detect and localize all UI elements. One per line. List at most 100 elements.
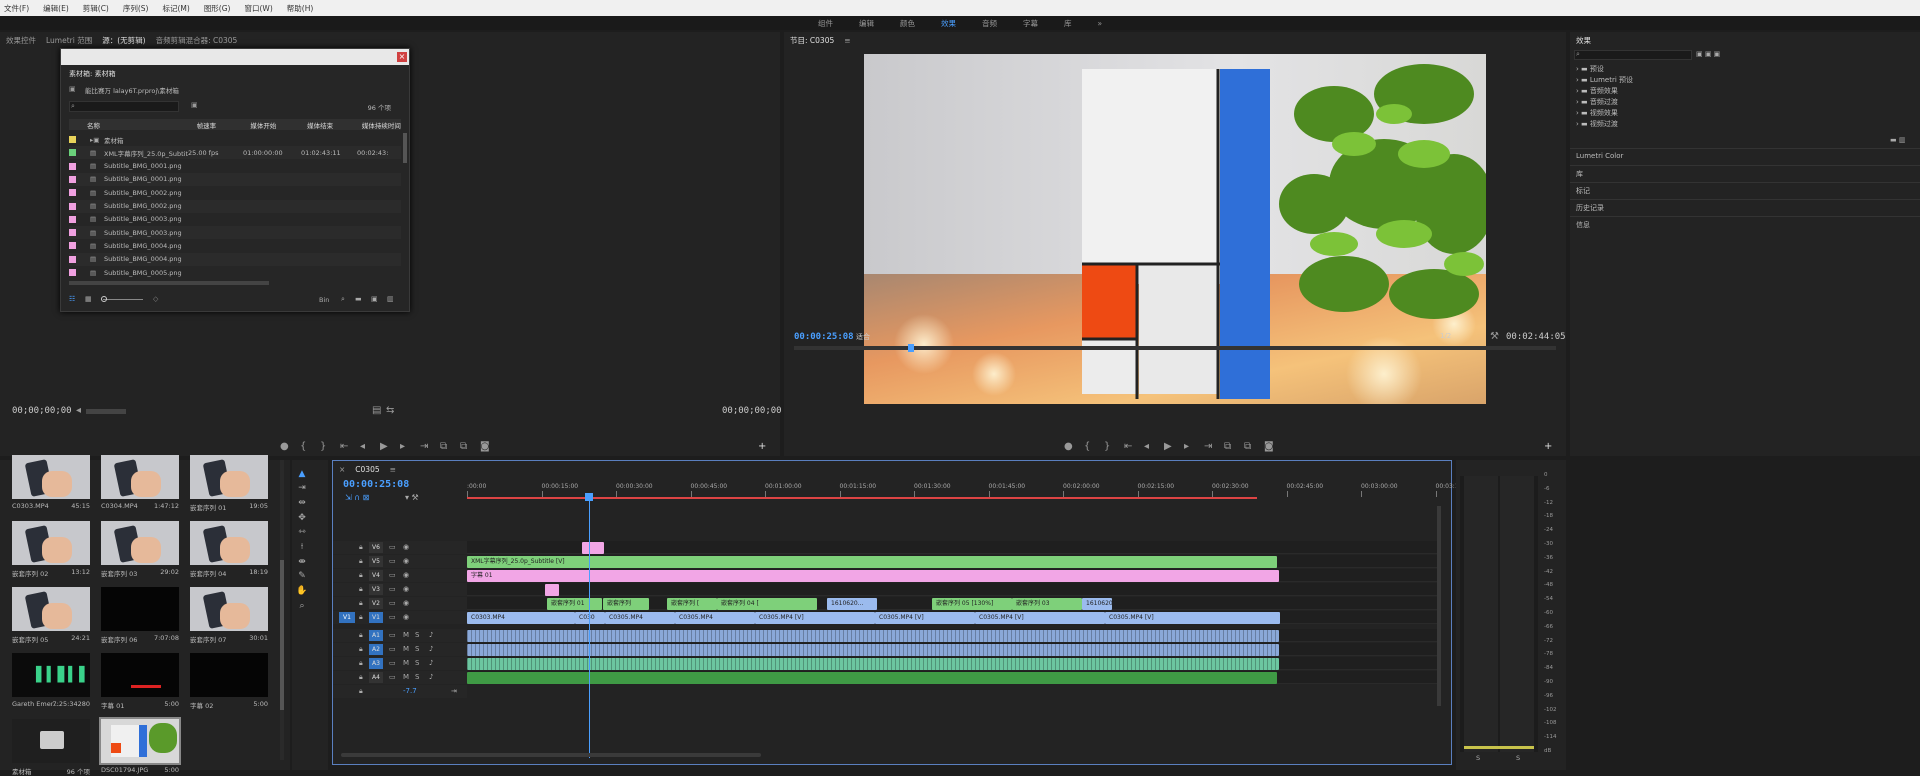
find-icon[interactable]: ⌕ xyxy=(341,295,345,304)
eye-icon[interactable]: ◉ xyxy=(403,557,409,565)
source-tab[interactable]: 效果控件 xyxy=(6,35,36,46)
marker-icon[interactable]: ● xyxy=(280,442,289,452)
timeline-clip[interactable]: 嵌套序列 01 xyxy=(547,598,602,610)
rolling-edit-tool-icon[interactable]: ✥ xyxy=(296,512,308,524)
track-label[interactable]: V2 xyxy=(369,598,383,609)
effects-search-input[interactable] xyxy=(1574,50,1692,60)
source-tab[interactable]: 音频剪辑混合器: C0305 xyxy=(156,35,238,46)
step-back-icon[interactable]: ◂ xyxy=(360,442,365,452)
bin-row[interactable]: ▤ Subtitle_BMG_0002.png xyxy=(69,199,401,213)
microphone-icon[interactable]: ♪ xyxy=(429,645,433,653)
timeline-clip[interactable] xyxy=(582,542,604,554)
add-button-icon[interactable]: + xyxy=(758,442,766,452)
solo-left[interactable]: S xyxy=(1476,754,1480,762)
mute-button[interactable]: M xyxy=(403,645,409,653)
menu-item[interactable]: 标记(M) xyxy=(162,3,189,14)
track-label[interactable]: V5 xyxy=(369,556,383,567)
source-tab[interactable]: 源：(无剪辑) xyxy=(102,35,145,46)
lock-icon[interactable]: 🔒︎ xyxy=(359,599,363,608)
playhead-icon[interactable]: ◂ xyxy=(76,406,81,416)
workspace-tab[interactable]: 颜色 xyxy=(900,18,915,29)
collapsed-panel-title[interactable]: 历史记录 xyxy=(1576,203,1604,213)
lock-icon[interactable]: 🔒︎ xyxy=(359,571,363,580)
solo-button[interactable]: S xyxy=(415,659,419,667)
collapsed-panel-title[interactable]: 信息 xyxy=(1576,220,1590,230)
play-icon[interactable]: ▶ xyxy=(380,442,388,452)
extract-icon[interactable]: ⧉ xyxy=(1244,442,1251,452)
bin-scrollbar[interactable] xyxy=(403,133,407,163)
wrench-icon[interactable]: ⚒ xyxy=(1490,332,1499,342)
track-label[interactable]: V4 xyxy=(369,570,383,581)
workspace-tab[interactable]: 字幕 xyxy=(1023,18,1038,29)
label-color-swatch[interactable] xyxy=(69,136,76,143)
close-icon[interactable]: × xyxy=(339,465,345,474)
timeline-tab[interactable]: C0305 xyxy=(355,465,379,474)
lock-icon[interactable]: 🔒︎ xyxy=(359,543,363,552)
settings-icon[interactable]: ▤ xyxy=(372,406,381,416)
col-start[interactable]: 媒体开始 xyxy=(250,120,307,130)
col-fps[interactable]: 帧速率 xyxy=(197,120,251,130)
collapsed-panel-title[interactable]: Lumetri Color xyxy=(1576,152,1623,160)
pen-tool-icon[interactable]: ✎ xyxy=(296,570,308,582)
effects-folder[interactable]: › ▬ 视频效果 xyxy=(1576,108,1618,118)
insert-icon[interactable]: ⧉ xyxy=(440,442,447,452)
timeline-clip[interactable]: C0305.MP4 xyxy=(605,612,675,624)
step-forward-icon[interactable]: ▸ xyxy=(400,442,405,452)
source-tab[interactable]: Lumetri 范围 xyxy=(46,35,92,46)
list-view-icon[interactable]: ☷ xyxy=(69,295,75,303)
zoom-slider-handle[interactable] xyxy=(101,296,107,302)
rate-stretch-tool-icon[interactable]: ⇿ xyxy=(296,526,308,538)
label-color-swatch[interactable] xyxy=(69,162,76,170)
timeline-clip[interactable]: 嵌套序列 [ xyxy=(667,598,717,610)
col-name[interactable]: 名称 xyxy=(69,120,197,130)
menu-item[interactable]: 窗口(W) xyxy=(244,3,272,14)
project-item-thumbnail[interactable] xyxy=(190,653,268,697)
bin-row[interactable]: ▤ Subtitle_BMG_0002.png xyxy=(69,186,401,199)
timeline-timecode[interactable]: 00:00:25:08 xyxy=(343,479,409,490)
sync-lock-icon[interactable]: ▭ xyxy=(389,571,396,579)
project-item-thumbnail[interactable] xyxy=(101,653,179,697)
track-label[interactable]: V3 xyxy=(369,584,383,595)
timeline-clip[interactable]: 嵌套序列 04 [ xyxy=(717,598,817,610)
timeline-clip[interactable]: C0305.MP4 [V] xyxy=(975,612,1105,624)
hand-tool-icon[interactable]: ✋ xyxy=(296,585,308,597)
project-item-thumbnail[interactable] xyxy=(101,455,179,499)
effects-tab[interactable]: 效果 xyxy=(1576,35,1591,46)
play-icon[interactable]: ▶ xyxy=(1164,442,1172,452)
ripple-edit-tool-icon[interactable]: ⇹ xyxy=(296,497,308,509)
sync-lock-icon[interactable]: ▭ xyxy=(389,557,396,565)
workspace-tab[interactable]: 库 xyxy=(1064,18,1072,29)
bin-search-input[interactable] xyxy=(69,101,179,112)
go-to-in-icon[interactable]: ⇤ xyxy=(1124,442,1132,452)
timeline-clip[interactable]: C0305.MP4 [V] xyxy=(755,612,875,624)
timeline-clip[interactable]: 嵌套序列 05 [130%] xyxy=(932,598,1012,610)
bin-row[interactable]: ▤ XML字幕序列_25.0p_Subtit 25.00 fps 01:00:00:0… xyxy=(69,146,401,160)
bin-row[interactable]: ▸▣ 素材箱 xyxy=(69,133,401,146)
sync-lock-icon[interactable]: ▭ xyxy=(389,599,396,607)
menu-item[interactable]: 剪辑(C) xyxy=(83,3,109,14)
mute-button[interactable]: M xyxy=(403,631,409,639)
eye-icon[interactable]: ◉ xyxy=(403,613,409,621)
program-tab[interactable]: 节目: C0305 xyxy=(790,35,834,46)
solo-right[interactable]: S xyxy=(1516,754,1520,762)
mute-button[interactable]: M xyxy=(403,659,409,667)
track-label[interactable]: A4 xyxy=(369,672,383,683)
bin-row[interactable]: ▤ Subtitle_BMG_0001.png xyxy=(69,160,401,173)
project-item-thumbnail[interactable] xyxy=(101,521,179,565)
sync-lock-icon[interactable]: ▭ xyxy=(389,543,396,551)
camera-icon[interactable]: ◙ xyxy=(1264,442,1274,452)
label-color-swatch[interactable] xyxy=(69,229,76,237)
microphone-icon[interactable]: ♪ xyxy=(429,631,433,639)
resolution-dropdown[interactable]: 1/2 xyxy=(1440,332,1478,342)
timeline-clip[interactable]: C0305.MP4 xyxy=(675,612,755,624)
effects-folder[interactable]: › ▬ Lumetri 预设 xyxy=(1576,75,1633,85)
effects-folder[interactable]: › ▬ 音频过渡 xyxy=(1576,97,1618,107)
marker-icon[interactable]: ▾ ⚒ xyxy=(405,493,419,502)
mute-button[interactable]: M xyxy=(403,673,409,681)
export-frame-icon[interactable]: ⇆ xyxy=(386,406,394,416)
project-item-thumbnail[interactable]: ▌▍▋▍▌ xyxy=(12,653,90,697)
workspace-tab[interactable]: 音频 xyxy=(982,18,997,29)
close-icon[interactable]: × xyxy=(397,52,407,62)
bin-h-scrollbar[interactable] xyxy=(69,281,269,285)
menu-item[interactable]: 编辑(E) xyxy=(43,3,69,14)
